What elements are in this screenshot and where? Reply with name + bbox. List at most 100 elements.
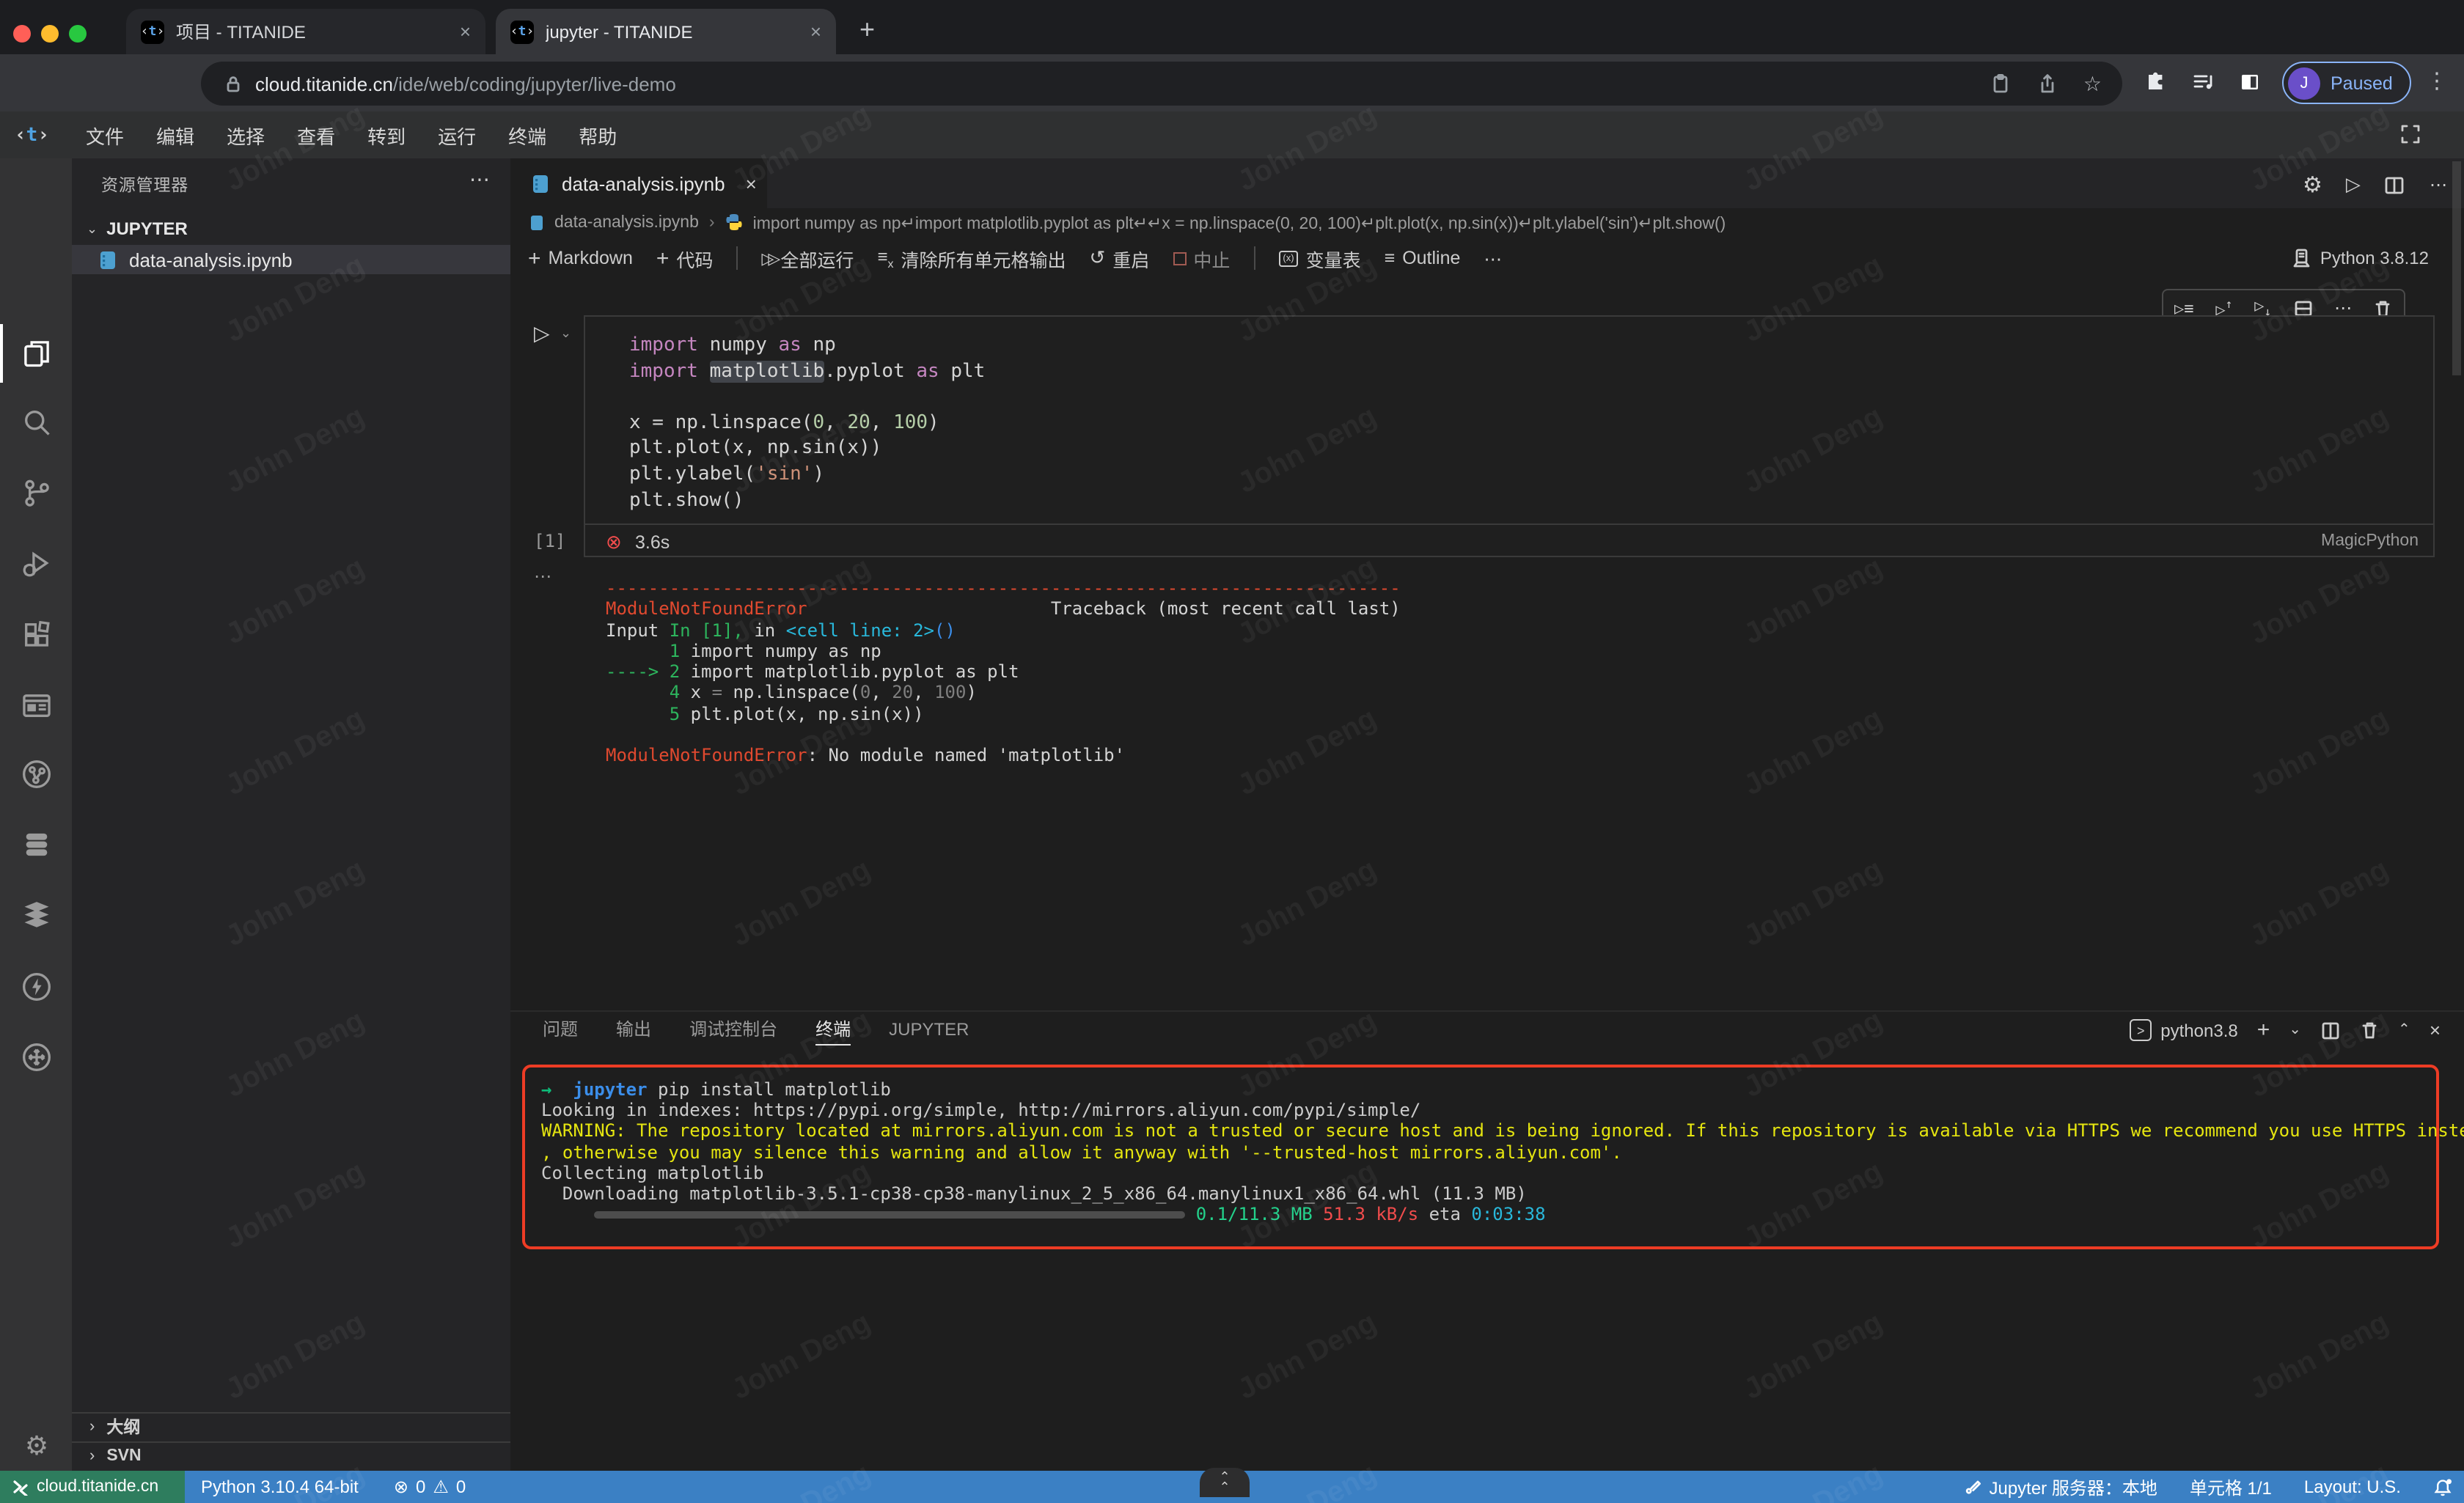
editor-scrollbar[interactable] bbox=[2452, 161, 2461, 375]
menu-帮助[interactable]: 帮助 bbox=[562, 121, 633, 149]
kill-terminal-icon[interactable] bbox=[2360, 1021, 2379, 1040]
site-favicon: ‹t› bbox=[510, 20, 534, 43]
share-icon[interactable] bbox=[2036, 72, 2060, 95]
browser-profile-chip[interactable]: J Paused bbox=[2282, 62, 2411, 104]
editor-actions: ⚙ ▷ ⋯ bbox=[2303, 172, 2447, 198]
close-icon[interactable]: × bbox=[460, 21, 471, 43]
menu-终端[interactable]: 终端 bbox=[492, 121, 562, 149]
python-version[interactable]: Python 3.10.4 64-bit bbox=[201, 1477, 359, 1497]
window-close-button[interactable] bbox=[13, 25, 31, 43]
redis-stack-icon[interactable] bbox=[19, 897, 54, 933]
outline-button[interactable]: ≡Outline bbox=[1385, 248, 1461, 268]
run-all-icon[interactable]: ▷ bbox=[2346, 173, 2361, 196]
run-cell-icon[interactable]: ▷ bbox=[534, 321, 550, 346]
settings-gear-icon[interactable]: ⚙ bbox=[19, 1428, 54, 1463]
terminal-profile[interactable]: > python3.8 bbox=[2130, 1019, 2237, 1041]
sidebar-more-icon[interactable]: ⋯ bbox=[469, 167, 490, 192]
kernel-picker[interactable]: Python 3.8.12 bbox=[2291, 236, 2429, 280]
sidebar-section-jupyter[interactable]: ⌄ JUPYTER bbox=[72, 214, 510, 243]
fullscreen-icon[interactable] bbox=[2399, 123, 2421, 145]
search-icon[interactable] bbox=[19, 405, 54, 440]
menu-查看[interactable]: 查看 bbox=[281, 121, 351, 149]
new-terminal-icon[interactable]: + bbox=[2257, 1018, 2270, 1043]
window-minimize-button[interactable] bbox=[41, 25, 59, 43]
terminal-output[interactable]: → jupyter pip install matplotlibLooking … bbox=[541, 1079, 2464, 1225]
cell-count-indicator[interactable]: 单元格 1/1 bbox=[2190, 1474, 2272, 1499]
menu-选择[interactable]: 选择 bbox=[210, 121, 281, 149]
menu-编辑[interactable]: 编辑 bbox=[140, 121, 210, 149]
output-more-icon[interactable]: ⋯ bbox=[534, 566, 551, 587]
error-circle-icon: ⊗ bbox=[606, 531, 622, 554]
browser-tab[interactable]: ‹t›项目 - TITANIDE× bbox=[126, 9, 485, 54]
cell-language[interactable]: MagicPython bbox=[2321, 532, 2419, 550]
source-control-icon[interactable] bbox=[19, 475, 54, 510]
sidebar-file-item[interactable]: data-analysis.ipynb bbox=[72, 245, 510, 274]
sidebar-section-svn[interactable]: ›SVN bbox=[72, 1441, 510, 1469]
new-tab-button[interactable]: + bbox=[859, 15, 875, 45]
restart-button[interactable]: ↺重启 bbox=[1090, 244, 1150, 272]
extensions-icon[interactable] bbox=[19, 617, 54, 653]
run-all-button[interactable]: ▷▷ 全部运行 bbox=[761, 244, 854, 272]
toolbar-more-icon[interactable]: ⋯ bbox=[1484, 247, 1502, 269]
url-bar[interactable]: cloud.titanide.cn /ide/web/coding/jupyte… bbox=[201, 62, 2122, 106]
split-terminal-icon[interactable] bbox=[2320, 1020, 2341, 1040]
jupyter-icon bbox=[1964, 1478, 1981, 1496]
clear-outputs-button[interactable]: ≡x清除所有单元格输出 bbox=[877, 244, 1066, 272]
close-icon[interactable]: × bbox=[746, 172, 757, 194]
panel-tab-输出[interactable]: 输出 bbox=[616, 1016, 651, 1044]
panel-controls: > python3.8 + ⌄ ⌃ × bbox=[2130, 1012, 2441, 1048]
playlist-icon[interactable] bbox=[2191, 70, 2215, 94]
problems-indicator[interactable]: ⊗0 ⚠0 bbox=[394, 1477, 466, 1497]
sidebar-section-outline[interactable]: ›大纲 bbox=[72, 1412, 510, 1440]
notifications-bell-icon[interactable] bbox=[2433, 1477, 2452, 1496]
panel-tab-终端[interactable]: 终端 bbox=[815, 1015, 851, 1045]
layout-indicator[interactable]: Layout: U.S. bbox=[2304, 1477, 2401, 1497]
bookmark-star-icon[interactable]: ☆ bbox=[2083, 71, 2102, 96]
chevron-down-icon[interactable]: ⌄ bbox=[2289, 1022, 2301, 1038]
clipboard-icon[interactable] bbox=[1990, 72, 2013, 95]
add-code-button[interactable]: +代码 bbox=[656, 244, 714, 272]
menu-转到[interactable]: 转到 bbox=[351, 121, 422, 149]
browser-menu-icon[interactable]: ⋮ bbox=[2426, 67, 2448, 94]
window-zoom-button[interactable] bbox=[69, 25, 87, 43]
close-panel-icon[interactable]: × bbox=[2430, 1019, 2441, 1041]
breadcrumb[interactable]: data-analysis.ipynb › import numpy as np… bbox=[528, 208, 2435, 236]
code-cell[interactable]: import numpy as npimport matplotlib.pypl… bbox=[584, 315, 2435, 557]
panel-tab-调试控制台[interactable]: 调试控制台 bbox=[689, 1016, 777, 1044]
section-label: 大纲 bbox=[106, 1415, 140, 1438]
menu-运行[interactable]: 运行 bbox=[422, 121, 492, 149]
live-preview-icon[interactable] bbox=[19, 688, 54, 723]
run-debug-icon[interactable] bbox=[19, 545, 54, 581]
jupyter-server-indicator[interactable]: Jupyter 服务器：本地 bbox=[1964, 1474, 2157, 1499]
cell-code[interactable]: import numpy as npimport matplotlib.pypl… bbox=[629, 333, 985, 513]
notebook-file-icon bbox=[528, 213, 546, 231]
close-icon[interactable]: × bbox=[810, 21, 821, 43]
activity-bar: ⚙ bbox=[0, 158, 72, 1471]
editor-tab[interactable]: data-analysis.ipynb × bbox=[510, 158, 767, 208]
thunder-icon[interactable] bbox=[19, 969, 54, 1004]
exec-count: [1] bbox=[534, 531, 565, 551]
browser-tab[interactable]: ‹t›jupyter - TITANIDE× bbox=[496, 9, 836, 54]
explorer-icon[interactable] bbox=[19, 336, 54, 371]
menu-文件[interactable]: 文件 bbox=[70, 121, 140, 149]
panel-tab-JUPYTER[interactable]: JUPYTER bbox=[889, 1018, 969, 1042]
server-icon bbox=[2291, 248, 2311, 268]
split-editor-icon[interactable] bbox=[2384, 174, 2406, 196]
chevron-down-icon[interactable]: ⌄ bbox=[560, 326, 571, 342]
remote-explorer-icon[interactable] bbox=[19, 1040, 54, 1075]
more-actions-icon[interactable]: ⋯ bbox=[2430, 174, 2447, 195]
panel-tab-问题[interactable]: 问题 bbox=[543, 1016, 578, 1044]
gear-icon[interactable]: ⚙ bbox=[2303, 172, 2322, 198]
extensions-puzzle-icon[interactable] bbox=[2144, 70, 2168, 94]
interrupt-button[interactable]: 中止 bbox=[1173, 244, 1230, 272]
sidebar-toggle-icon[interactable] bbox=[2238, 70, 2262, 94]
breadcrumb-file[interactable]: data-analysis.ipynb bbox=[554, 213, 699, 231]
remote-indicator[interactable]: cloud.titanide.cn bbox=[0, 1471, 185, 1503]
panel-expand-handle[interactable]: ⌃⌃ bbox=[1200, 1468, 1250, 1497]
database-icon[interactable] bbox=[19, 827, 54, 862]
add-markdown-button[interactable]: +Markdown bbox=[528, 246, 633, 271]
maximize-panel-icon[interactable]: ⌃ bbox=[2398, 1022, 2410, 1038]
variables-button[interactable]: (x)变量表 bbox=[1278, 244, 1360, 272]
breadcrumb-code[interactable]: import numpy as np↵import matplotlib.pyp… bbox=[753, 212, 1726, 232]
svn-circle-icon[interactable] bbox=[19, 757, 54, 792]
